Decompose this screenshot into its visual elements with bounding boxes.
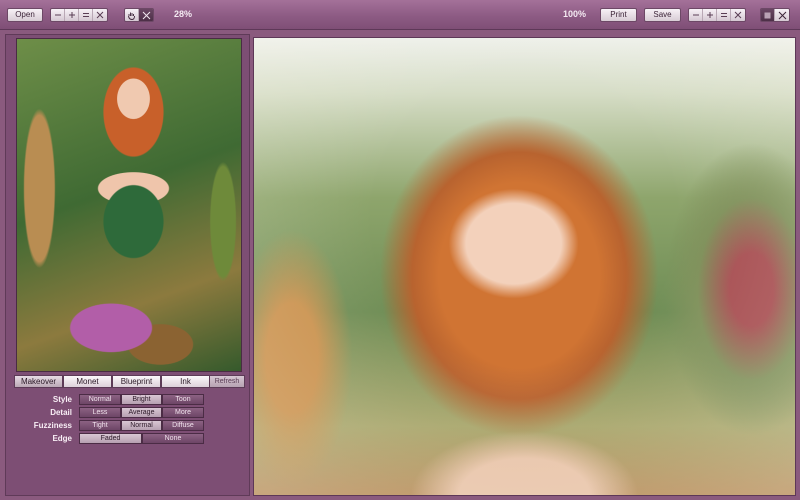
zoom-out-icon[interactable] bbox=[689, 9, 703, 21]
tab-makeover[interactable]: Makeover bbox=[14, 375, 63, 388]
fuzziness-row: Fuzziness Tight Normal Diffuse bbox=[6, 420, 251, 432]
print-button[interactable]: Print bbox=[600, 8, 637, 22]
actual-size-icon[interactable] bbox=[731, 9, 745, 21]
edge-label: Edge bbox=[52, 434, 72, 443]
open-button[interactable]: Open bbox=[7, 8, 43, 22]
style-row: Style Normal Bright Toon bbox=[6, 394, 251, 406]
fuzziness-normal-option[interactable]: Normal bbox=[121, 420, 162, 431]
zoom-in-icon[interactable] bbox=[65, 9, 79, 21]
toolbar: Open 28% 100% Print Save bbox=[0, 0, 800, 30]
fuzziness-tight-option[interactable]: Tight bbox=[79, 420, 121, 431]
hand-icon[interactable] bbox=[125, 9, 139, 21]
edge-row: Edge Faded None bbox=[6, 433, 251, 445]
thumbnail-zoom-level: 28% bbox=[174, 9, 193, 19]
left-zoom-controls bbox=[50, 8, 108, 22]
style-label: Style bbox=[52, 395, 72, 404]
right-zoom-controls bbox=[688, 8, 746, 22]
tool-controls bbox=[124, 8, 154, 22]
hand-icon[interactable] bbox=[761, 9, 775, 21]
crop-icon[interactable] bbox=[139, 9, 153, 21]
tab-ink[interactable]: Ink bbox=[161, 375, 210, 388]
fuzziness-diffuse-option[interactable]: Diffuse bbox=[162, 420, 204, 431]
zoom-in-icon[interactable] bbox=[703, 9, 717, 21]
effect-tabs: Makeover Monet Blueprint Ink bbox=[14, 375, 210, 388]
detail-average-option[interactable]: Average bbox=[121, 407, 162, 418]
preview-zoom-level: 100% bbox=[563, 9, 587, 19]
refresh-button[interactable]: Refresh bbox=[209, 375, 245, 388]
detail-more-option[interactable]: More bbox=[162, 407, 204, 418]
source-photo-thumbnail[interactable] bbox=[16, 38, 242, 372]
style-bright-option[interactable]: Bright bbox=[121, 394, 162, 405]
tab-blueprint[interactable]: Blueprint bbox=[112, 375, 161, 388]
style-toon-option[interactable]: Toon bbox=[162, 394, 204, 405]
preview-soft-focus-overlay bbox=[254, 38, 795, 495]
right-tool-controls bbox=[760, 8, 790, 22]
detail-row: Detail Less Average More bbox=[6, 407, 251, 419]
effect-preview-canvas[interactable] bbox=[253, 37, 796, 496]
detail-less-option[interactable]: Less bbox=[79, 407, 121, 418]
crop-icon[interactable] bbox=[775, 9, 789, 21]
fit-icon[interactable] bbox=[79, 9, 93, 21]
zoom-out-icon[interactable] bbox=[51, 9, 65, 21]
detail-label: Detail bbox=[50, 408, 72, 417]
edge-none-option[interactable]: None bbox=[142, 433, 204, 444]
edge-faded-option[interactable]: Faded bbox=[79, 433, 142, 444]
left-panel: Makeover Monet Blueprint Ink Refresh Sty… bbox=[5, 34, 250, 496]
actual-size-icon[interactable] bbox=[93, 9, 107, 21]
style-normal-option[interactable]: Normal bbox=[79, 394, 121, 405]
fit-icon[interactable] bbox=[717, 9, 731, 21]
fuzziness-label: Fuzziness bbox=[33, 421, 72, 430]
tab-monet[interactable]: Monet bbox=[63, 375, 112, 388]
save-button[interactable]: Save bbox=[644, 8, 681, 22]
